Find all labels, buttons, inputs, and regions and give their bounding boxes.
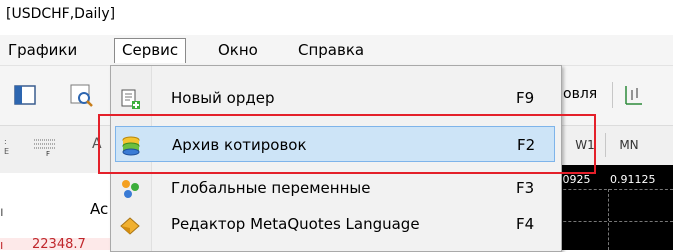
table-column-header: Ac [90, 200, 109, 218]
grip-icon: :E [4, 136, 14, 156]
menu-bar: Графики Сервис Окно Справка [0, 35, 673, 65]
metaeditor-icon [119, 214, 141, 236]
menu-window[interactable]: Окно [218, 39, 258, 61]
menu-service[interactable]: Сервис [114, 38, 187, 63]
toolbar-separator [612, 82, 613, 108]
menu-charts[interactable]: Графики [8, 39, 77, 61]
menu-item-metaeditor[interactable]: Редактор MetaQuotes Language F4 [111, 206, 561, 242]
terminal-table: ı Ac ı 22348.7 [0, 165, 110, 252]
menu-help[interactable]: Справка [298, 39, 364, 61]
global-variables-icon [119, 178, 141, 200]
market-watch-icon[interactable] [68, 82, 94, 108]
grid-line [548, 221, 673, 223]
window-layout-icon[interactable] [12, 82, 38, 108]
grid-line [608, 189, 610, 250]
menu-item-global-variables[interactable]: Глобальные переменные F3 [111, 170, 561, 206]
table-side-glyph: ı [0, 205, 4, 220]
table-header-bar [0, 165, 110, 173]
menu-item-shortcut: F9 [516, 89, 535, 107]
chart-area[interactable]: .90925 0.91125 [548, 165, 673, 250]
timeframe-mn[interactable]: MN [610, 133, 648, 157]
menu-item-label: Глобальные переменные [171, 179, 371, 197]
new-order-icon [119, 88, 141, 110]
menu-item-new-order[interactable]: Новый ордер F9 [111, 80, 561, 116]
window-title: [USDCHF,Daily] [6, 6, 116, 22]
grid-line [548, 189, 673, 191]
toolbar-label-trade[interactable]: овля [563, 86, 597, 102]
svg-text::: : [4, 137, 7, 146]
menu-item-shortcut: F4 [516, 215, 535, 233]
menu-item-label: Редактор MetaQuotes Language [171, 215, 420, 233]
annotation-highlight-box [98, 114, 596, 174]
svg-text:E: E [4, 147, 9, 156]
menu-item-label: Новый ордер [171, 89, 275, 107]
toolbar-separator [605, 133, 606, 157]
menu-item-shortcut: F3 [516, 179, 535, 197]
chart-period-icon[interactable] [620, 82, 646, 108]
svg-text:F: F [46, 150, 50, 158]
period-separator-icon[interactable]: F [30, 134, 60, 158]
chart-quote-2: 0.91125 [610, 173, 656, 186]
